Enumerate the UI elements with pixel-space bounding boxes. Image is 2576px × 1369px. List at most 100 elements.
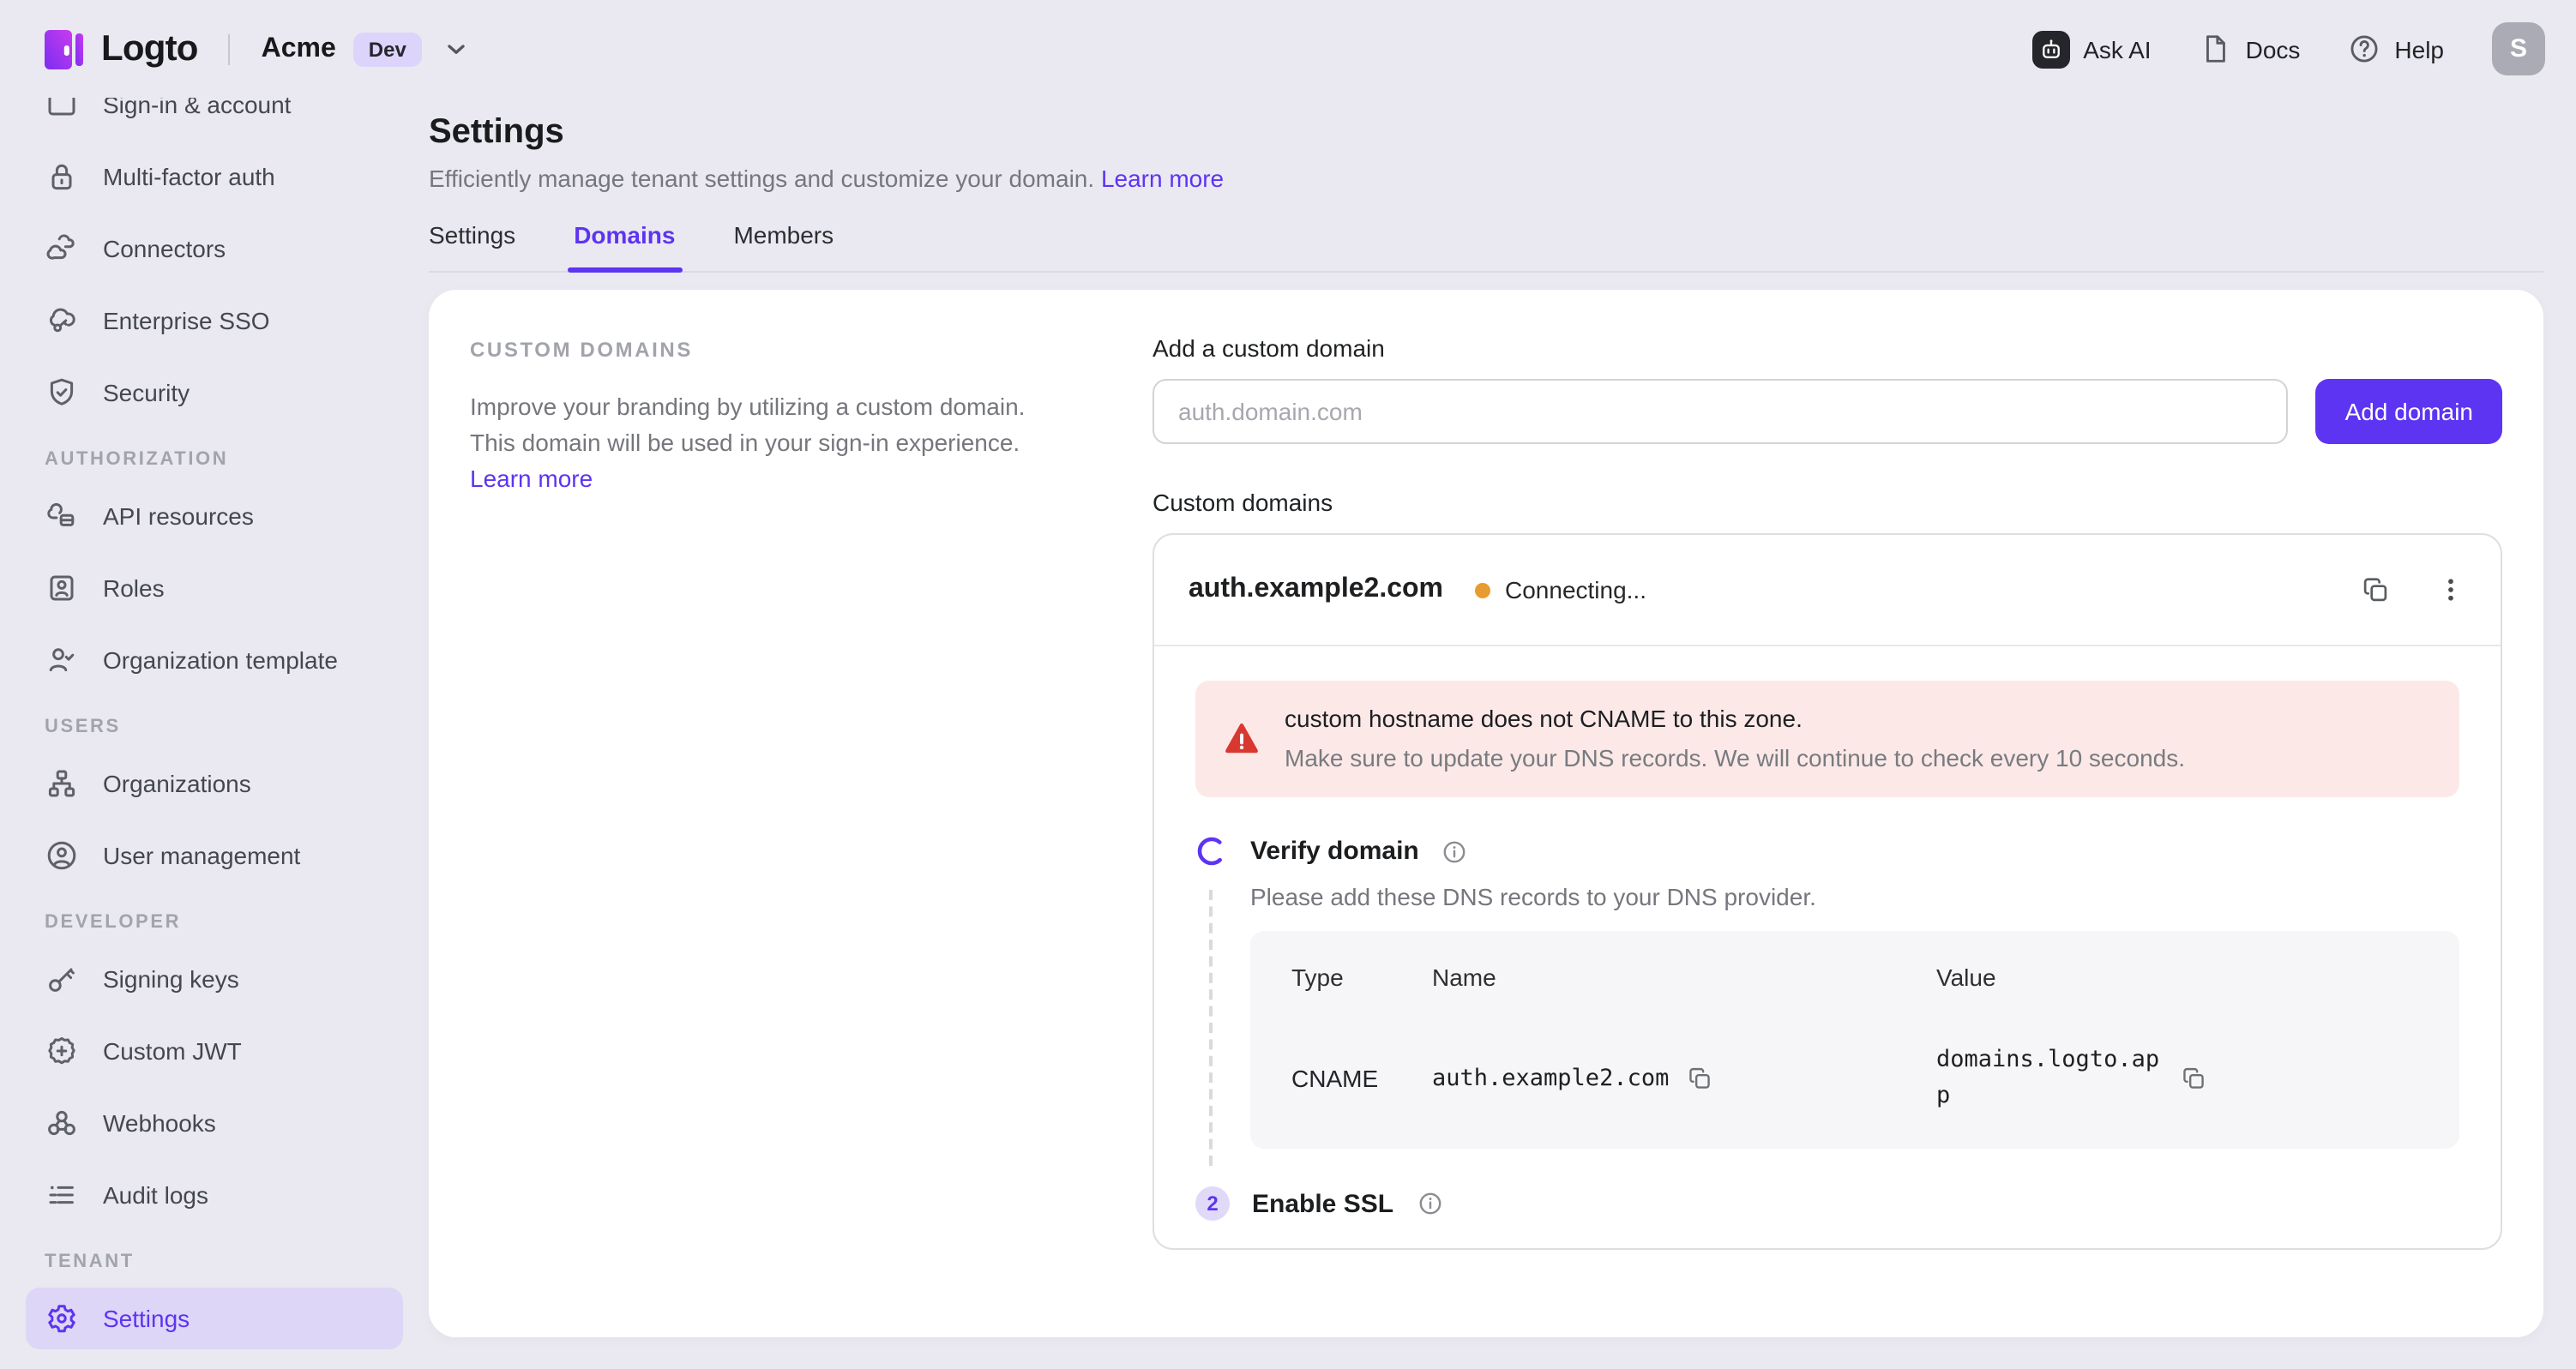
dns-name-value: auth.example2.com — [1432, 1060, 1669, 1096]
user-management-icon — [45, 838, 79, 873]
sso-cloud-key-icon — [45, 303, 79, 338]
step-description: Please add these DNS records to your DNS… — [1250, 883, 2459, 910]
help-button[interactable]: Help — [2348, 33, 2444, 65]
lock-icon — [45, 159, 79, 194]
sidebar-item-organizations[interactable]: Organizations — [26, 753, 403, 814]
tab-settings[interactable]: Settings — [429, 221, 515, 271]
section-description-text: Improve your branding by utilizing a cus… — [470, 393, 1025, 456]
tenant-selector[interactable]: Acme Dev — [262, 32, 470, 66]
domain-card: auth.example2.com Connecting... — [1153, 533, 2502, 1250]
copy-domain-button[interactable] — [2360, 574, 2391, 605]
domain-name: auth.example2.com — [1189, 574, 1443, 605]
sidebar-item-security[interactable]: Security — [26, 362, 403, 423]
sidebar-item-label: Settings — [103, 1305, 190, 1332]
sidebar-item-label: Sign-in & account — [103, 98, 291, 118]
help-icon — [2348, 33, 2380, 65]
roles-icon — [45, 571, 79, 605]
step-title: Enable SSL — [1252, 1189, 1393, 1218]
sidebar-item-connectors[interactable]: Connectors — [26, 218, 403, 279]
step-number-badge: 2 — [1195, 1186, 1230, 1221]
tab-bar: Settings Domains Members — [429, 221, 2543, 273]
sidebar-section-users: USERS — [26, 708, 403, 746]
dns-records-table: Type Name Value CNAME auth.example2.com — [1250, 931, 2459, 1149]
sidebar-item-webhooks[interactable]: Webhooks — [26, 1092, 403, 1154]
sidebar-item-enterprise-sso[interactable]: Enterprise SSO — [26, 290, 403, 351]
kebab-menu-icon — [2435, 574, 2466, 605]
docs-label: Docs — [2246, 35, 2301, 63]
sidebar-item-label: Custom JWT — [103, 1037, 242, 1065]
sidebar-item-custom-jwt[interactable]: Custom JWT — [26, 1020, 403, 1082]
warning-icon — [1223, 720, 1261, 758]
docs-button[interactable]: Docs — [2200, 33, 2301, 65]
organizations-icon — [45, 766, 79, 801]
sidebar-item-sign-in-account[interactable]: Sign-in & account — [26, 98, 403, 135]
sidebar-item-label: Organization template — [103, 646, 338, 674]
ask-ai-label: Ask AI — [2083, 35, 2151, 63]
sidebar-item-label: User management — [103, 842, 300, 869]
info-icon[interactable] — [1416, 1190, 1443, 1217]
sidebar-item-audit-logs[interactable]: Audit logs — [26, 1164, 403, 1226]
dns-header-type: Type — [1291, 964, 1432, 991]
docs-icon — [2200, 33, 2232, 65]
ask-ai-button[interactable]: Ask AI — [2031, 30, 2151, 68]
dns-record-value: domains.logto.app — [1936, 1042, 2418, 1114]
dns-header-name: Name — [1432, 964, 1936, 991]
custom-domains-list-label: Custom domains — [1153, 489, 2502, 516]
sidebar-section-developer: DEVELOPER — [26, 904, 403, 941]
copy-name-button[interactable] — [1686, 1065, 1713, 1092]
env-badge: Dev — [353, 32, 422, 66]
info-icon[interactable] — [1441, 838, 1469, 865]
ask-ai-icon — [2031, 30, 2069, 68]
sidebar-item-label: Signing keys — [103, 965, 239, 993]
copy-icon — [2180, 1065, 2207, 1092]
copy-icon — [2360, 574, 2391, 605]
step-title: Verify domain — [1250, 837, 1419, 866]
main-content: Settings Efficiently manage tenant setti… — [429, 98, 2576, 1369]
sidebar-item-settings[interactable]: Settings — [26, 1288, 403, 1349]
window-icon — [45, 98, 79, 122]
sidebar-item-multi-factor-auth[interactable]: Multi-factor auth — [26, 146, 403, 207]
logto-logo-icon — [41, 27, 86, 71]
domain-menu-button[interactable] — [2435, 574, 2466, 605]
custom-domain-input[interactable] — [1153, 379, 2289, 444]
org-template-icon — [45, 643, 79, 677]
page-subtitle: Efficiently manage tenant settings and c… — [429, 165, 2543, 192]
step-enable-ssl: 2 Enable SSL — [1195, 1186, 2459, 1221]
domain-status: Connecting... — [1474, 576, 1646, 603]
add-domain-button[interactable]: Add domain — [2316, 379, 2502, 444]
logto-wordmark: Logto — [101, 28, 198, 69]
error-alert: custom hostname does not CNAME to this z… — [1195, 681, 2459, 797]
sidebar-item-api-resources[interactable]: API resources — [26, 485, 403, 547]
audit-logs-icon — [45, 1178, 79, 1212]
sidebar: Sign-in & account Multi-factor auth Conn… — [0, 98, 429, 1369]
sidebar-item-user-management[interactable]: User management — [26, 825, 403, 886]
description-learn-more-link[interactable]: Learn more — [470, 465, 593, 492]
sidebar-item-label: Organizations — [103, 770, 251, 797]
avatar[interactable]: S — [2492, 22, 2545, 75]
custom-domains-card: CUSTOM DOMAINS Improve your branding by … — [429, 290, 2543, 1337]
dns-record-name: auth.example2.com — [1432, 1060, 1936, 1096]
dns-value-value: domains.logto.app — [1936, 1042, 2163, 1114]
sidebar-item-signing-keys[interactable]: Signing keys — [26, 948, 403, 1010]
key-icon — [45, 962, 79, 996]
topbar-divider — [229, 33, 231, 64]
copy-value-button[interactable] — [2180, 1065, 2207, 1092]
sidebar-item-roles[interactable]: Roles — [26, 557, 403, 619]
logto-brand[interactable]: Logto — [41, 27, 198, 71]
verification-steps: Verify domain Please add these DNS recor… — [1195, 835, 2459, 1221]
subtitle-learn-more-link[interactable]: Learn more — [1101, 165, 1224, 192]
sidebar-item-label: Security — [103, 379, 190, 406]
connectors-icon — [45, 231, 79, 266]
spinner-icon — [1195, 835, 1228, 868]
sidebar-section-authorization: AUTHORIZATION — [26, 441, 403, 478]
shield-check-icon — [45, 375, 79, 410]
sidebar-item-organization-template[interactable]: Organization template — [26, 629, 403, 691]
section-title: CUSTOM DOMAINS — [470, 338, 1036, 362]
sidebar-item-label: Enterprise SSO — [103, 307, 270, 334]
help-label: Help — [2394, 35, 2444, 63]
sidebar-item-label: Webhooks — [103, 1109, 216, 1137]
tab-members[interactable]: Members — [733, 221, 834, 271]
dns-record-type: CNAME — [1291, 1065, 1432, 1092]
tab-domains[interactable]: Domains — [574, 221, 675, 271]
page-subtitle-text: Efficiently manage tenant settings and c… — [429, 165, 1094, 192]
